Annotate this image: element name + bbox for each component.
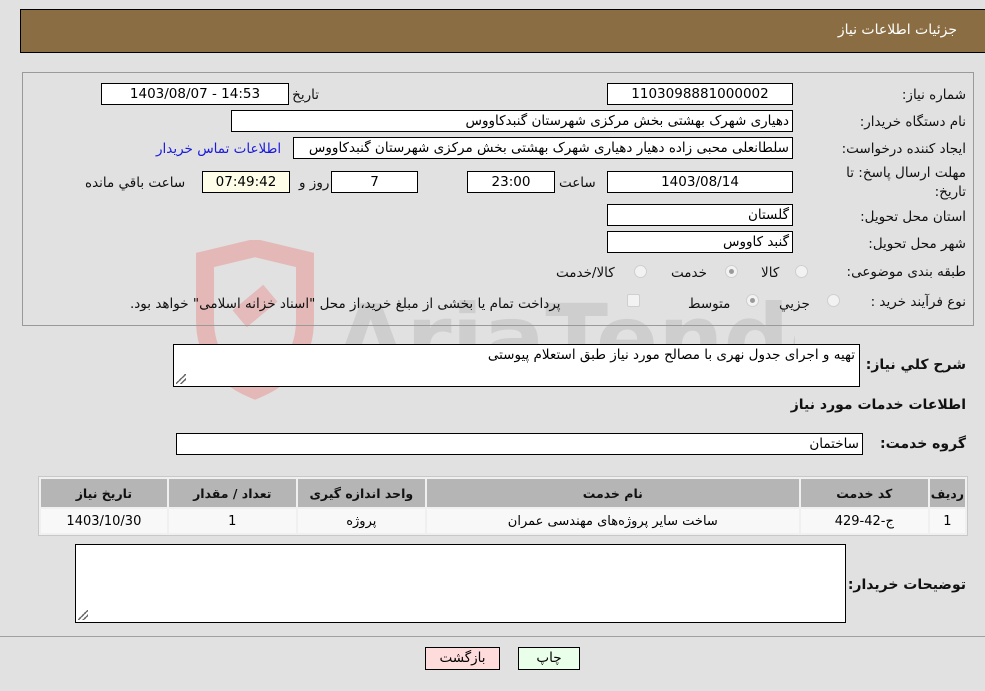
buyer-notes-textarea[interactable] xyxy=(75,544,846,623)
cell-service-name: ساخت سایر پروژه‌های مهندسی عمران xyxy=(426,509,799,533)
description-textarea[interactable]: تهیه و اجرای جدول نهری با مصالح مورد نیا… xyxy=(173,344,860,387)
cell-unit: پروژه xyxy=(297,509,425,533)
remaining-time-field[interactable]: 07:49:42 xyxy=(202,171,290,193)
cell-service-code: ج-42-429 xyxy=(800,509,928,533)
description-text: تهیه و اجرای جدول نهری با مصالح مورد نیا… xyxy=(487,347,855,363)
buyer-org-label: نام دستگاه خریدار: xyxy=(859,114,966,130)
col-header-service-name: نام خدمت xyxy=(426,479,799,507)
deadline-time-label: ساعت xyxy=(559,175,596,191)
category-radio-goods-service[interactable] xyxy=(634,265,647,278)
table-row: 1 ج-42-429 ساخت سایر پروژه‌های مهندسی عم… xyxy=(41,509,965,533)
category-option-goods-service: کالا/خدمت xyxy=(556,265,615,281)
process-type-label: نوع فرآیند خرید : xyxy=(870,294,966,310)
col-header-need-date: تاریخ نیاز xyxy=(41,479,167,507)
province-label: استان محل تحویل: xyxy=(860,209,966,225)
city-label: شهر محل تحویل: xyxy=(868,236,966,252)
page-title: جزئیات اطلاعات نیاز xyxy=(837,22,957,38)
footer-divider xyxy=(0,636,985,637)
days-label: روز و xyxy=(299,175,330,191)
col-header-row-number: ردیف xyxy=(929,479,965,507)
table-header-row: ردیف کد خدمت نام خدمت واحد اندازه گیری ت… xyxy=(41,479,965,507)
category-label: طبقه بندی موضوعی: xyxy=(846,264,966,280)
cell-quantity: 1 xyxy=(168,509,296,533)
process-option-medium: متوسط xyxy=(688,296,731,312)
services-table: ردیف کد خدمت نام خدمت واحد اندازه گیری ت… xyxy=(38,476,968,536)
need-number-field[interactable]: 1103098881000002 xyxy=(607,83,793,105)
cell-need-date: 1403/10/30 xyxy=(41,509,167,533)
process-radio-minor[interactable] xyxy=(827,294,840,307)
services-section-title: اطلاعات خدمات مورد نياز xyxy=(790,397,966,413)
province-field[interactable]: گلستان xyxy=(607,204,793,226)
need-number-label: شماره نیاز: xyxy=(901,87,966,103)
category-option-service: خدمت xyxy=(671,265,707,281)
requester-label: ایجاد کننده درخواست: xyxy=(841,141,966,157)
remaining-days-field[interactable]: 7 xyxy=(331,171,418,193)
category-radio-goods[interactable] xyxy=(795,265,808,278)
remaining-time-label: ساعت باقي مانده xyxy=(85,175,186,191)
category-radio-service[interactable] xyxy=(725,265,738,278)
col-header-unit: واحد اندازه گیری xyxy=(297,479,425,507)
buyer-notes-label: توضیحات خریدار: xyxy=(847,577,966,593)
deadline-label: مهلت ارسال پاسخ: تا تاریخ: xyxy=(846,165,966,200)
requester-field[interactable]: سلطانعلی محبی زاده دهیار دهیاری شهرک بهش… xyxy=(293,137,793,159)
deadline-time-field[interactable]: 23:00 xyxy=(467,171,555,193)
col-header-quantity: تعداد / مقدار xyxy=(168,479,296,507)
deadline-date-field[interactable]: 1403/08/14 xyxy=(607,171,793,193)
cell-row-number: 1 xyxy=(929,509,965,533)
resize-grip-icon[interactable] xyxy=(78,610,88,620)
col-header-service-code: کد خدمت xyxy=(800,479,928,507)
buyer-org-field[interactable]: دهیاری شهرک بهشتی بخش مرکزی شهرستان گنبد… xyxy=(231,110,793,132)
treasury-checkbox-label: پرداخت تمام یا بخشی از مبلغ خرید،از محل … xyxy=(130,296,561,312)
process-option-minor: جزيي xyxy=(779,296,810,312)
service-group-label: گروه خدمت: xyxy=(880,436,966,452)
print-button[interactable]: چاپ xyxy=(518,647,580,670)
announce-datetime-field[interactable]: 1403/08/07 - 14:53 xyxy=(101,83,289,105)
back-button[interactable]: بازگشت xyxy=(425,647,500,670)
page-header: جزئیات اطلاعات نیاز xyxy=(20,9,985,53)
city-field[interactable]: گنبد کاووس xyxy=(607,231,793,253)
buyer-contact-link[interactable]: اطلاعات تماس خریدار xyxy=(156,141,281,157)
process-radio-medium[interactable] xyxy=(746,294,759,307)
treasury-checkbox[interactable] xyxy=(627,294,640,307)
category-option-goods: کالا xyxy=(761,265,780,281)
description-label: شرح كلي نياز: xyxy=(865,357,966,373)
service-group-field[interactable]: ساختمان xyxy=(176,433,863,455)
resize-grip-icon[interactable] xyxy=(176,374,186,384)
